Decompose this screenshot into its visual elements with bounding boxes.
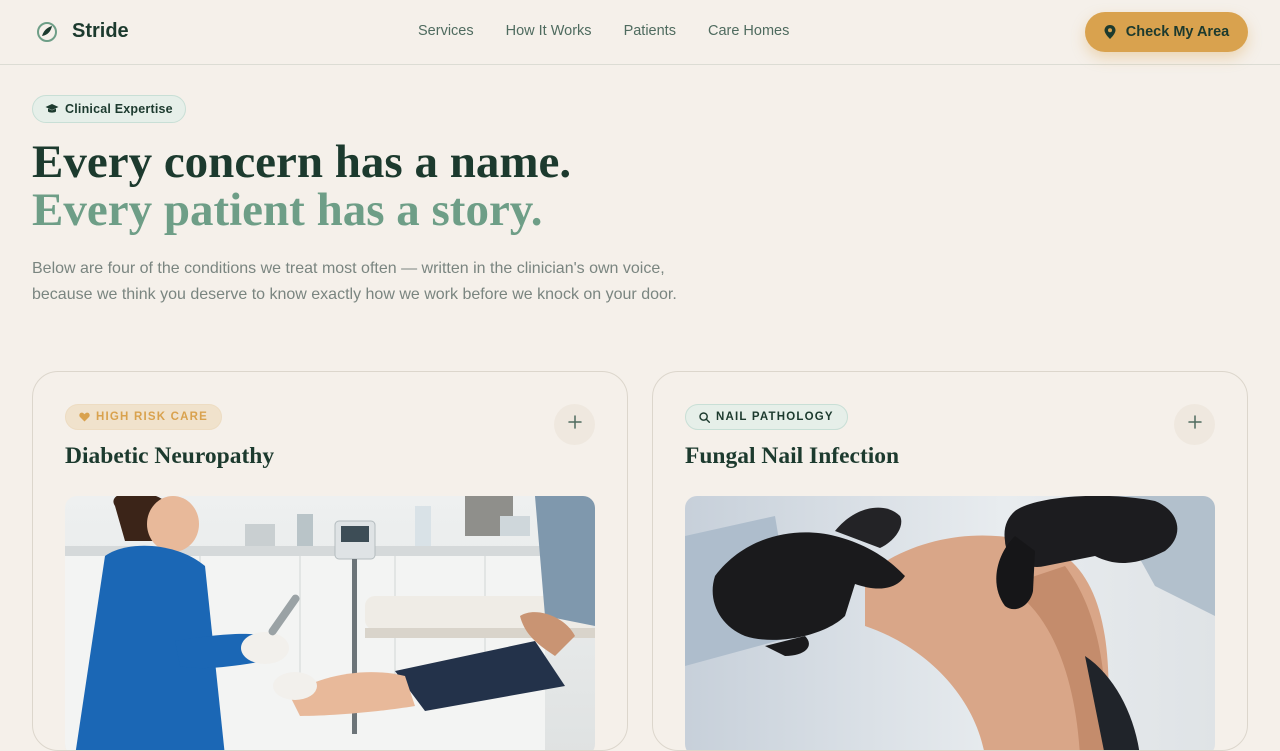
intro-line-2: because we think you deserve to know exa… — [32, 286, 677, 303]
high-risk-care-tag: HIGH RISK CARE — [65, 404, 223, 430]
expand-button[interactable] — [1174, 404, 1215, 445]
card-title: Fungal Nail Infection — [685, 443, 900, 469]
plus-icon — [567, 415, 582, 434]
plus-icon — [1187, 415, 1202, 434]
check-my-area-button[interactable]: Check My Area — [1085, 12, 1248, 52]
clinic-consultation-photo — [65, 496, 595, 750]
condition-card-fungal-nail-infection[interactable]: NAIL PATHOLOGY Fungal Nail Infection — [652, 371, 1248, 751]
brand-logo[interactable]: Stride — [36, 20, 129, 43]
badge-label: Clinical Expertise — [65, 102, 173, 116]
heart-icon — [79, 412, 90, 422]
headline-secondary: Every patient has a story. — [32, 184, 543, 236]
tag-label: NAIL PATHOLOGY — [716, 411, 834, 423]
condition-card-diabetic-neuropathy[interactable]: HIGH RISK CARE Diabetic Neuropathy — [32, 371, 628, 751]
nav-link-care-homes[interactable]: Care Homes — [708, 23, 789, 39]
main-nav: Services How It Works Patients Care Home… — [418, 23, 821, 39]
brand-name: Stride — [72, 20, 129, 42]
intro-paragraph: Below are four of the conditions we trea… — [32, 256, 712, 308]
nav-link-how-it-works[interactable]: How It Works — [506, 23, 592, 39]
intro-line-1: Below are four of the conditions we trea… — [32, 260, 665, 277]
nail-pathology-tag: NAIL PATHOLOGY — [685, 404, 848, 430]
tag-label: HIGH RISK CARE — [96, 411, 209, 423]
search-icon — [699, 411, 710, 423]
graduation-cap-icon — [45, 103, 59, 115]
foot-examination-photo — [685, 496, 1215, 750]
map-pin-icon — [1104, 25, 1116, 39]
expand-button[interactable] — [554, 404, 595, 445]
headline-primary: Every concern has a name. — [32, 136, 572, 188]
card-title: Diabetic Neuropathy — [65, 443, 275, 469]
clinical-expertise-badge: Clinical Expertise — [32, 95, 186, 123]
check-my-area-label: Check My Area — [1125, 24, 1230, 40]
nav-link-services[interactable]: Services — [418, 23, 474, 39]
nav-link-patients[interactable]: Patients — [624, 23, 676, 39]
leaf-logo-icon — [36, 21, 58, 43]
site-header: Stride Services How It Works Patients Ca… — [0, 0, 1280, 65]
